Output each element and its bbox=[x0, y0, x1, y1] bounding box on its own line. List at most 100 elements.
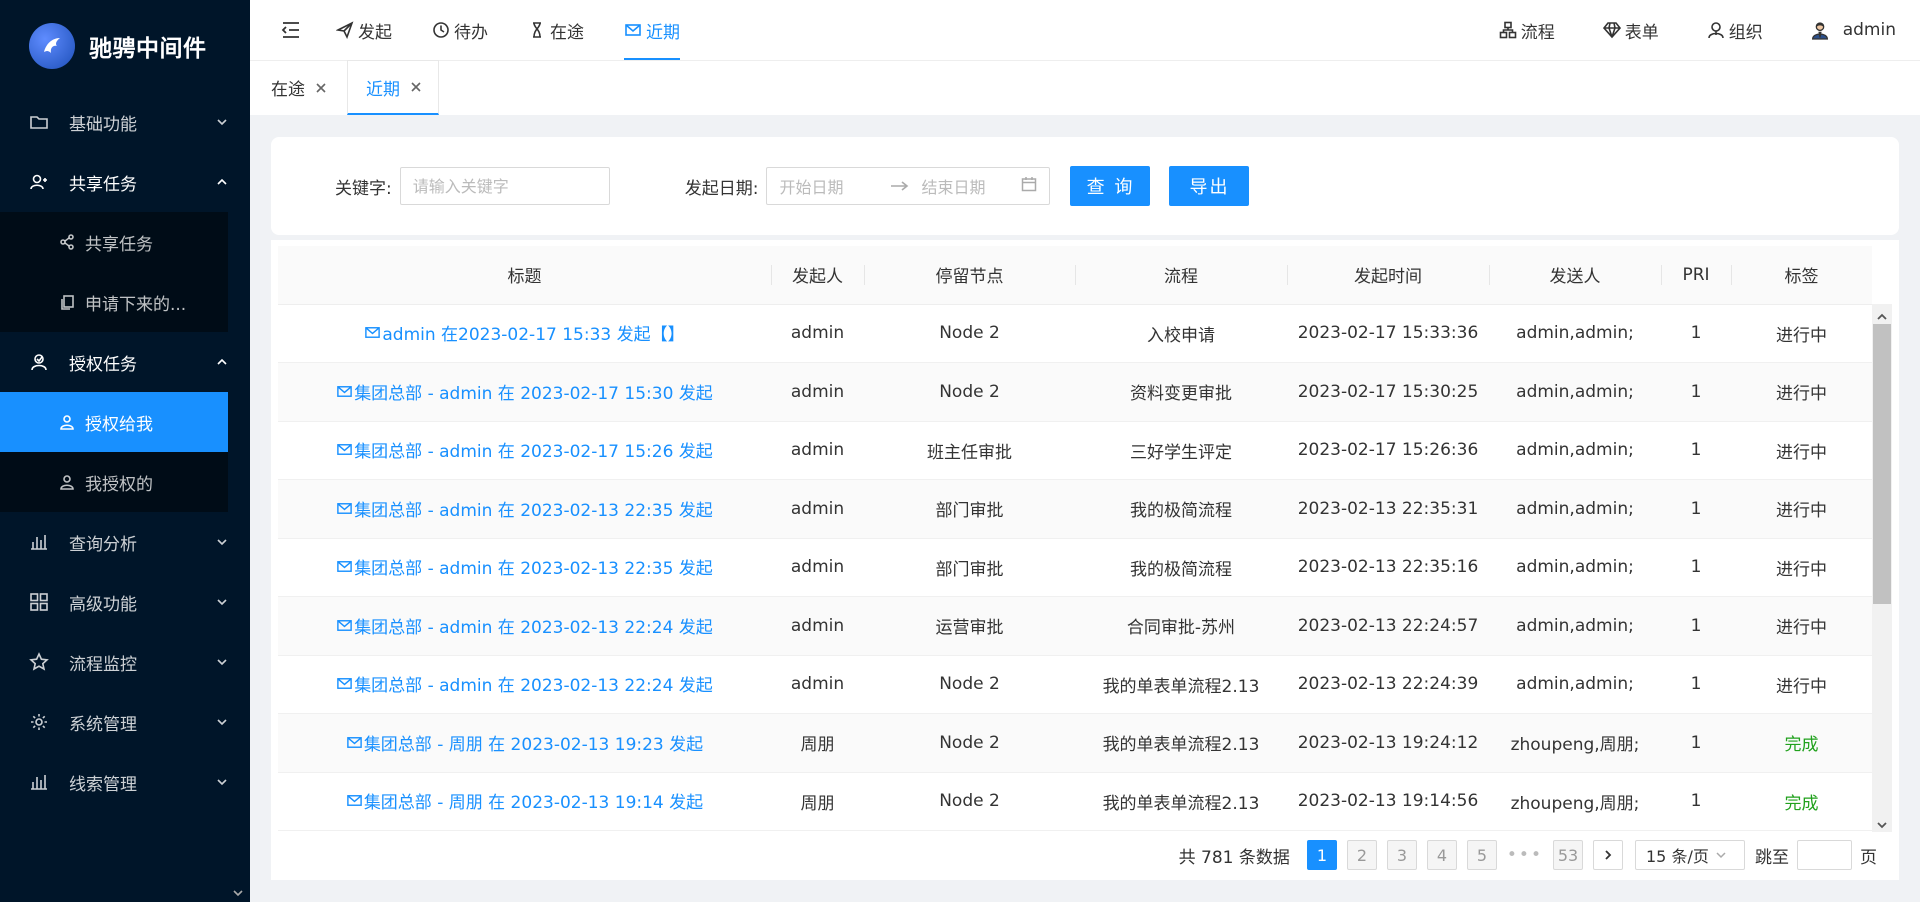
mail-icon bbox=[336, 558, 354, 575]
sidebar-item-label: 查询分析 bbox=[69, 534, 137, 555]
row-title-link[interactable]: 集团总部 - admin 在 2023-02-13 22:35 发起 bbox=[336, 554, 713, 579]
top-nav-item-1[interactable]: 待办 bbox=[432, 0, 488, 60]
chevron-down-icon bbox=[216, 536, 228, 548]
table-header-row: 标题 发起人 停留节点 流程 发起时间 发送人 PRI 标签 bbox=[278, 246, 1872, 305]
cell-time: 2023-02-17 15:26:36 bbox=[1287, 421, 1489, 480]
cell-title: 集团总部 - admin 在 2023-02-13 22:24 发起 bbox=[278, 596, 771, 656]
submenu-item[interactable]: 我授权的 bbox=[0, 452, 228, 512]
sidebar-item-1[interactable]: 共享任务 bbox=[0, 152, 250, 212]
next-page-button[interactable] bbox=[1593, 840, 1623, 870]
header-link-2[interactable]: 组织 bbox=[1707, 18, 1763, 43]
mail-icon bbox=[346, 792, 364, 809]
page-button[interactable]: 5 bbox=[1466, 840, 1497, 870]
page-button[interactable]: 3 bbox=[1386, 840, 1417, 870]
pagination: 共 781 条数据 12345 ••• 53 15 条/页 跳至 页 bbox=[1179, 840, 1877, 870]
cell-time: 2023-02-13 19:14:56 bbox=[1287, 772, 1489, 831]
table-row[interactable]: 集团总部 - admin 在 2023-02-13 22:35 发起 admin 部… bbox=[278, 538, 1872, 597]
header-link-1[interactable]: 表单 bbox=[1602, 18, 1659, 43]
row-title-text: 集团总部 - admin 在 2023-02-17 15:30 发起 bbox=[354, 383, 713, 404]
sidebar-item-2[interactable]: 授权任务 bbox=[0, 332, 250, 392]
keyword-input[interactable] bbox=[399, 167, 610, 205]
grid-icon bbox=[28, 591, 50, 613]
sidebar-item-6[interactable]: 系统管理 bbox=[0, 692, 250, 752]
row-title-link[interactable]: 集团总部 - 周朋 在 2023-02-13 19:14 发起 bbox=[346, 788, 703, 813]
export-button[interactable]: 导出 bbox=[1169, 166, 1250, 206]
cell-title: 集团总部 - admin 在 2023-02-13 22:35 发起 bbox=[278, 538, 771, 597]
table-row[interactable]: 集团总部 - admin 在 2023-02-13 22:24 发起 admin N… bbox=[278, 655, 1872, 714]
sidebar-item-7[interactable]: 线索管理 bbox=[0, 752, 250, 812]
cell-time: 2023-02-17 15:33:36 bbox=[1287, 304, 1489, 363]
copy-icon bbox=[59, 294, 75, 310]
sidebar-item-4[interactable]: 高级功能 bbox=[0, 572, 250, 632]
table-row[interactable]: 集团总部 - admin 在 2023-02-17 15:30 发起 admin N… bbox=[278, 362, 1872, 422]
table-row[interactable]: 集团总部 - admin 在 2023-02-17 15:26 发起 admin 班… bbox=[278, 421, 1872, 480]
page-last[interactable]: 53 bbox=[1553, 840, 1583, 870]
sidebar-item-5[interactable]: 流程监控 bbox=[0, 632, 250, 692]
query-button[interactable]: 查 询 bbox=[1070, 166, 1151, 206]
sidebar-item-3[interactable]: 查询分析 bbox=[0, 512, 250, 572]
cell-title: admin 在2023-02-17 15:33 发起【】 bbox=[278, 304, 771, 363]
date-range-picker[interactable]: 开始日期 结束日期 bbox=[766, 167, 1051, 205]
mail-icon bbox=[336, 500, 354, 517]
column-header: 标题 bbox=[278, 246, 771, 305]
mail-icon bbox=[336, 383, 354, 400]
row-title-link[interactable]: 集团总部 - admin 在 2023-02-13 22:35 发起 bbox=[336, 496, 713, 521]
close-icon[interactable] bbox=[315, 82, 327, 94]
logo: 驰骋中间件 bbox=[0, 0, 250, 92]
cell-node: Node 2 bbox=[864, 713, 1075, 773]
table-row[interactable]: admin 在2023-02-17 15:33 发起【】 admin Node 2入… bbox=[278, 304, 1872, 363]
scrollbar-thumb[interactable] bbox=[1873, 324, 1891, 604]
table-scrollbar[interactable] bbox=[1872, 304, 1892, 832]
jump-page-input[interactable] bbox=[1797, 840, 1852, 870]
cell-title: 集团总部 - admin 在 2023-02-17 15:26 发起 bbox=[278, 421, 771, 480]
start-date-field[interactable]: 开始日期 bbox=[779, 174, 889, 198]
header-link-0[interactable]: 流程 bbox=[1499, 18, 1555, 43]
menu-fold-icon[interactable] bbox=[278, 17, 304, 43]
row-title-link[interactable]: 集团总部 - admin 在 2023-02-13 22:24 发起 bbox=[336, 671, 713, 696]
page-ellipsis[interactable]: ••• bbox=[1507, 845, 1543, 865]
chevron-down-icon bbox=[216, 596, 228, 608]
keyword-label: 关键字: bbox=[335, 178, 392, 199]
submenu-item[interactable]: 申请下来的... bbox=[0, 272, 228, 332]
cell-flow: 我的单表单流程2.13 bbox=[1075, 772, 1287, 831]
cell-flow: 资料变更审批 bbox=[1075, 362, 1287, 422]
page-button[interactable]: 2 bbox=[1346, 840, 1377, 870]
page-size-select[interactable]: 15 条/页 bbox=[1635, 840, 1745, 870]
chevron-up-icon[interactable] bbox=[1876, 308, 1888, 320]
cell-starter: admin bbox=[771, 362, 864, 422]
cell-node: 班主任审批 bbox=[864, 421, 1075, 480]
table-row[interactable]: 集团总部 - admin 在 2023-02-13 22:35 发起 admin 部… bbox=[278, 479, 1872, 539]
sidebar-item-0[interactable]: 基础功能 bbox=[0, 92, 250, 152]
page-button[interactable]: 1 bbox=[1306, 840, 1337, 870]
submenu-item[interactable]: 授权给我 bbox=[0, 392, 228, 452]
top-nav-item-2[interactable]: 在途 bbox=[528, 0, 584, 60]
table-row[interactable]: 集团总部 - 周朋 在 2023-02-13 19:14 发起 周朋 Node 2我… bbox=[278, 772, 1872, 831]
row-title-link[interactable]: 集团总部 - admin 在 2023-02-13 22:24 发起 bbox=[336, 613, 713, 638]
top-nav-item-3[interactable]: 近期 bbox=[624, 0, 680, 60]
chevron-down-icon[interactable] bbox=[232, 884, 244, 897]
row-title-text: 集团总部 - admin 在 2023-02-13 22:35 发起 bbox=[354, 500, 713, 521]
row-title-link[interactable]: 集团总部 - admin 在 2023-02-17 15:26 发起 bbox=[336, 437, 713, 462]
cell-sender: admin,admin; bbox=[1489, 421, 1661, 480]
close-icon[interactable] bbox=[410, 81, 422, 93]
row-title-link[interactable]: admin 在2023-02-17 15:33 发起【】 bbox=[364, 320, 685, 345]
top-nav-item-0[interactable]: 发起 bbox=[336, 0, 392, 60]
table-row[interactable]: 集团总部 - admin 在 2023-02-13 22:24 发起 admin 运… bbox=[278, 596, 1872, 656]
page-button[interactable]: 4 bbox=[1426, 840, 1457, 870]
row-title-link[interactable]: 集团总部 - admin 在 2023-02-17 15:30 发起 bbox=[336, 379, 713, 404]
tab-1[interactable]: 近期 bbox=[347, 60, 439, 115]
row-title-link[interactable]: 集团总部 - 周朋 在 2023-02-13 19:23 发起 bbox=[346, 730, 703, 755]
submenu-item[interactable]: 共享任务 bbox=[0, 212, 228, 272]
page-size-value: 15 条/页 bbox=[1646, 847, 1709, 866]
cell-sender: admin,admin; bbox=[1489, 304, 1661, 363]
chevron-up-icon bbox=[216, 176, 228, 188]
mail-icon bbox=[336, 675, 354, 692]
cell-title: 集团总部 - 周朋 在 2023-02-13 19:14 发起 bbox=[278, 772, 771, 831]
user-menu[interactable]: admin bbox=[1811, 19, 1896, 41]
cell-starter: admin bbox=[771, 421, 864, 480]
chevron-down-icon[interactable] bbox=[1876, 816, 1888, 829]
gear-icon bbox=[28, 711, 50, 733]
table-row[interactable]: 集团总部 - 周朋 在 2023-02-13 19:23 发起 周朋 Node 2我… bbox=[278, 713, 1872, 773]
end-date-field[interactable]: 结束日期 bbox=[921, 174, 1021, 198]
tab-0[interactable]: 在途 bbox=[265, 60, 347, 115]
